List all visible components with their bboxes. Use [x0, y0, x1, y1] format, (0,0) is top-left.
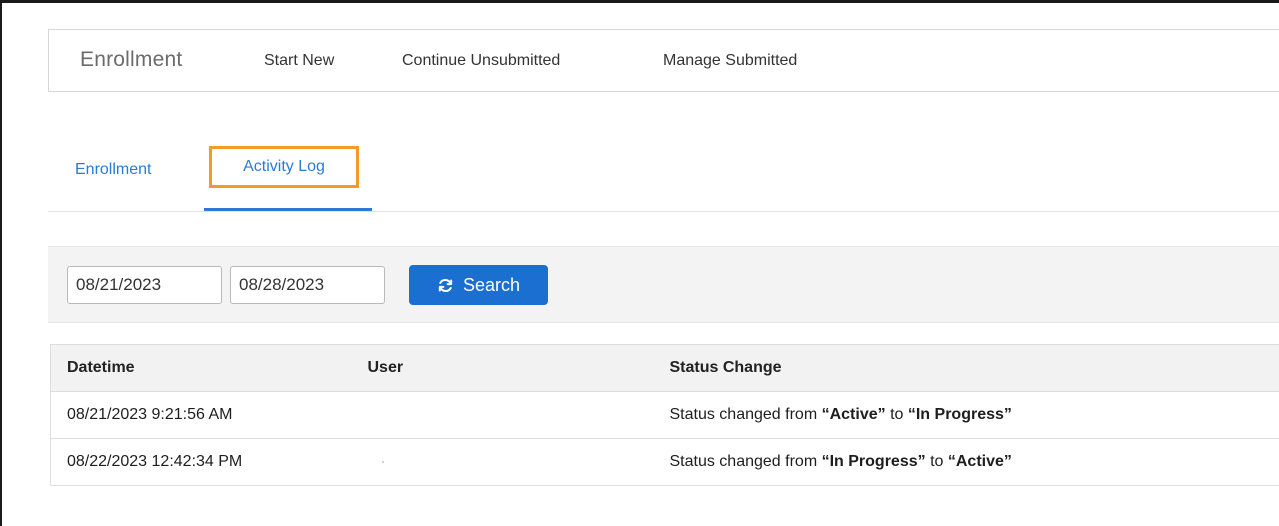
nav-link-start-new[interactable]: Start New [264, 52, 334, 70]
date-filter-bar: Search [48, 246, 1279, 323]
tab-bar: Enrollment Activity Log [48, 131, 1279, 212]
cell-status-change: Status changed from “Active” to “In Prog… [669, 391, 1279, 439]
status-prefix-text: Status changed from [669, 453, 822, 470]
cell-user [367, 438, 670, 486]
table-row: 08/21/2023 9:21:56 AM Status changed fro… [50, 391, 1279, 439]
column-header-user[interactable]: User [367, 344, 670, 392]
status-from: “Active” [821, 406, 886, 423]
date-to-input[interactable] [230, 266, 385, 304]
table-row: 08/22/2023 12:42:34 PM Status changed fr… [50, 438, 1279, 486]
status-to-word: to [885, 406, 908, 423]
status-to: “In Progress” [907, 406, 1012, 423]
search-button[interactable]: Search [409, 265, 548, 305]
table-header-row: Datetime User Status Change [50, 344, 1279, 392]
cell-user [367, 391, 670, 439]
cell-status-change: Status changed from “In Progress” to “Ac… [669, 438, 1279, 486]
tab-activity-log-label: Activity Log [243, 158, 325, 175]
column-header-status-change[interactable]: Status Change [669, 344, 1279, 392]
search-button-label: Search [462, 274, 521, 295]
column-header-datetime[interactable]: Datetime [50, 344, 368, 392]
nav-link-continue-unsubmitted[interactable]: Continue Unsubmitted [402, 52, 560, 70]
tab-enrollment[interactable]: Enrollment [75, 161, 151, 179]
active-tab-indicator [204, 208, 372, 211]
status-to: “Active” [947, 453, 1012, 470]
page-frame: Enrollment Start New Continue Unsubmitte… [0, 0, 1279, 526]
cell-datetime: 08/21/2023 9:21:56 AM [50, 391, 368, 439]
status-prefix-text: Status changed from [669, 406, 822, 423]
top-navbar: Enrollment Start New Continue Unsubmitte… [48, 29, 1279, 92]
status-to-word: to [925, 453, 948, 470]
date-from-input[interactable] [67, 266, 222, 304]
status-from: “In Progress” [821, 453, 926, 470]
brand-title[interactable]: Enrollment [80, 48, 182, 72]
cell-datetime: 08/22/2023 12:42:34 PM [50, 438, 368, 486]
tab-activity-log[interactable]: Activity Log [209, 146, 359, 188]
activity-log-table: Datetime User Status Change 08/21/2023 9… [50, 344, 1279, 486]
refresh-icon [437, 277, 454, 294]
nav-link-manage-submitted[interactable]: Manage Submitted [663, 52, 797, 70]
redacted-user-mark [381, 460, 384, 463]
